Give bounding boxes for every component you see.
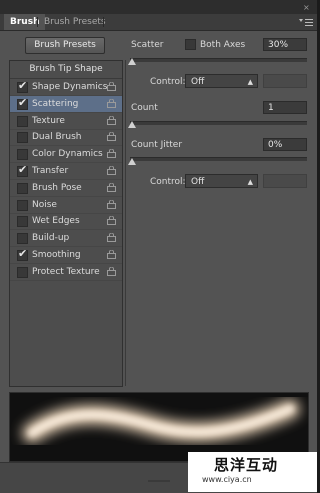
- scatter-control-select[interactable]: Off ▲: [185, 74, 258, 88]
- count-value-field[interactable]: 1: [263, 101, 307, 114]
- watermark-url: www.ciya.cn: [202, 475, 252, 484]
- option-row-protect-texture[interactable]: Protect Texture: [10, 264, 122, 281]
- checkmark-icon: ✔: [18, 163, 28, 176]
- lock-icon[interactable]: [107, 233, 116, 243]
- option-label: Wet Edges: [32, 216, 80, 227]
- scatter-control-extra-field: [263, 74, 307, 88]
- count-label: Count: [131, 103, 158, 113]
- scatter-slider-thumb[interactable]: [128, 58, 136, 65]
- count-jitter-control-label: Control:: [150, 177, 186, 187]
- scatter-control-label: Control:: [150, 77, 186, 87]
- lock-icon[interactable]: [107, 115, 116, 125]
- panel-title-strip: × ×: [0, 0, 317, 21]
- option-row-brush-pose[interactable]: Brush Pose: [10, 180, 122, 197]
- option-label: Build-up: [32, 233, 70, 244]
- pane-divider: [125, 60, 126, 386]
- count-jitter-slider[interactable]: [130, 157, 307, 161]
- scatter-label: Scatter: [131, 40, 164, 50]
- option-row-color-dynamics[interactable]: Color Dynamics: [10, 146, 122, 164]
- count-jitter-control-extra-field: [263, 174, 307, 188]
- brush-tip-shape-item[interactable]: Brush Tip Shape: [10, 61, 122, 79]
- option-label: Shape Dynamics: [32, 82, 108, 92]
- option-checkbox[interactable]: ✔: [17, 163, 28, 177]
- option-row-noise[interactable]: Noise: [10, 197, 122, 214]
- option-label: Brush Pose: [32, 182, 82, 193]
- option-label: Noise: [32, 199, 57, 210]
- option-label: Texture: [32, 115, 65, 126]
- option-checkbox[interactable]: [17, 199, 28, 211]
- tab-separator: [103, 17, 104, 27]
- scatter-slider[interactable]: [130, 58, 307, 62]
- count-jitter-control-value: Off: [191, 177, 205, 187]
- brush-presets-button[interactable]: Brush Presets: [25, 37, 105, 54]
- checkmark-icon: ✔: [18, 79, 28, 92]
- option-checkbox[interactable]: ✔: [17, 247, 28, 261]
- option-row-dual-brush[interactable]: Dual Brush: [10, 129, 122, 147]
- panel-tab-bar: Brush Brush Presets: [0, 14, 317, 31]
- lock-icon[interactable]: [107, 149, 116, 159]
- option-checkbox[interactable]: [17, 216, 28, 228]
- option-label: Color Dynamics: [32, 149, 103, 160]
- option-label: Scattering: [32, 98, 79, 109]
- lock-icon[interactable]: [107, 132, 116, 142]
- both-axes-checkbox[interactable]: [185, 39, 196, 50]
- option-checkbox[interactable]: ✔: [17, 96, 28, 110]
- scatter-value-field[interactable]: 30%: [263, 38, 307, 51]
- option-row-wet-edges[interactable]: Wet Edges: [10, 213, 122, 231]
- checkmark-icon: ✔: [18, 247, 28, 260]
- option-row-smoothing[interactable]: ✔ Smoothing: [10, 247, 122, 264]
- count-jitter-control-select[interactable]: Off ▲: [185, 174, 258, 188]
- watermark-logo: 思洋互动 www.ciya.cn: [188, 452, 317, 492]
- select-arrows-icon: ▲: [247, 178, 253, 186]
- both-axes-label: Both Axes: [200, 40, 246, 50]
- option-row-shape-dynamics[interactable]: ✔ Shape Dynamics: [10, 79, 122, 96]
- option-checkbox[interactable]: [17, 132, 28, 144]
- option-checkbox[interactable]: [17, 266, 28, 278]
- panel-menu-icon[interactable]: [299, 18, 313, 28]
- option-label: Dual Brush: [32, 132, 82, 143]
- lock-icon[interactable]: [107, 266, 116, 276]
- lock-icon[interactable]: [107, 98, 116, 108]
- option-row-transfer[interactable]: ✔ Transfer: [10, 163, 122, 180]
- option-checkbox[interactable]: [17, 233, 28, 245]
- lock-icon[interactable]: [107, 182, 116, 192]
- lock-icon[interactable]: [107, 216, 116, 226]
- option-label: Transfer: [32, 166, 69, 176]
- option-checkbox[interactable]: [17, 115, 28, 127]
- resize-grip-icon[interactable]: [148, 480, 170, 482]
- scatter-control-value: Off: [191, 77, 205, 87]
- option-checkbox[interactable]: [17, 149, 28, 161]
- option-checkbox[interactable]: [17, 182, 28, 194]
- option-row-scattering[interactable]: ✔ Scattering: [10, 95, 122, 113]
- count-jitter-value-field[interactable]: 0%: [263, 138, 307, 151]
- select-arrows-icon: ▲: [247, 78, 253, 86]
- lock-icon[interactable]: [107, 82, 116, 91]
- option-label: Smoothing: [32, 250, 81, 260]
- lock-icon[interactable]: [107, 199, 116, 209]
- tab-brush-presets[interactable]: Brush Presets: [38, 14, 112, 30]
- watermark-text: 思洋互动: [214, 456, 279, 474]
- count-slider[interactable]: [130, 121, 307, 125]
- checkmark-icon: ✔: [18, 95, 28, 109]
- count-jitter-slider-thumb[interactable]: [128, 158, 136, 165]
- count-jitter-label: Count Jitter: [131, 140, 183, 150]
- lock-icon[interactable]: [107, 250, 116, 259]
- brush-options-list: Brush Tip Shape ✔ Shape Dynamics ✔ Scatteri…: [9, 60, 123, 387]
- lock-icon[interactable]: [107, 166, 116, 175]
- option-row-texture[interactable]: Texture: [10, 113, 122, 130]
- option-row-build-up[interactable]: Build-up: [10, 230, 122, 248]
- option-checkbox[interactable]: ✔: [17, 79, 28, 93]
- option-label: Protect Texture: [32, 266, 100, 277]
- count-slider-thumb[interactable]: [128, 121, 136, 128]
